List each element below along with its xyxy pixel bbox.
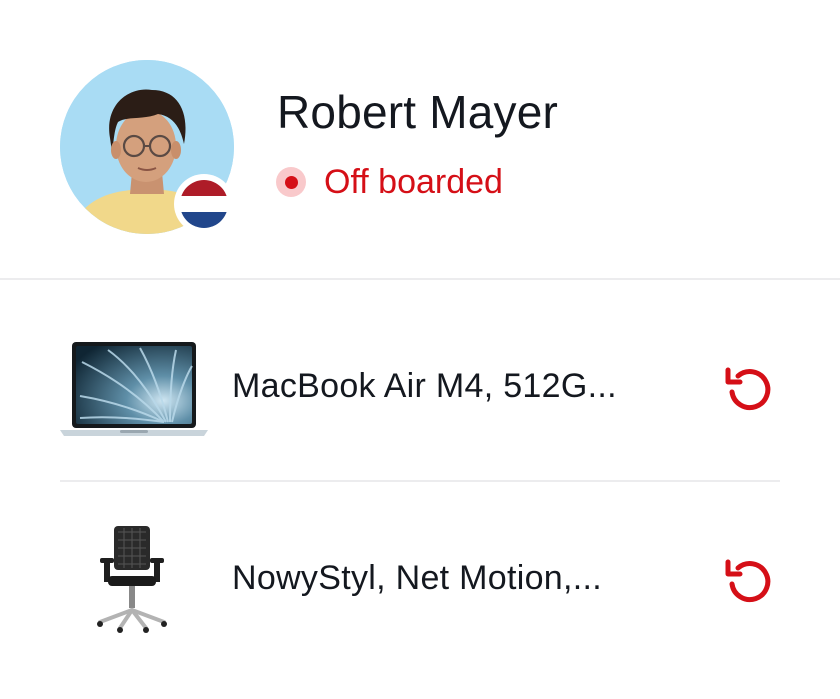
status-label: Off boarded bbox=[324, 163, 503, 201]
netherlands-flag-icon bbox=[180, 180, 228, 228]
employee-name: Robert Mayer bbox=[277, 86, 559, 138]
asset-name: NowyStyl, Net Motion,... bbox=[232, 559, 602, 597]
asset-row[interactable]: MacBook Air M4, 512G... bbox=[60, 326, 780, 446]
country-flag-badge bbox=[174, 174, 234, 234]
asset-row[interactable]: NowyStyl, Net Motion,... bbox=[60, 518, 780, 638]
header-divider bbox=[0, 278, 840, 280]
employee-header: Robert Mayer Off boarded bbox=[0, 0, 840, 280]
employment-status: Off boarded bbox=[276, 160, 503, 204]
return-icon bbox=[725, 367, 771, 411]
return-icon bbox=[725, 559, 771, 603]
office-chair-image bbox=[60, 518, 208, 638]
laptop-image bbox=[60, 326, 208, 446]
return-asset-button[interactable] bbox=[722, 362, 776, 416]
avatar-container bbox=[60, 60, 234, 234]
asset-name: MacBook Air M4, 512G... bbox=[232, 367, 617, 405]
list-divider bbox=[60, 480, 780, 482]
status-dot-icon bbox=[276, 167, 306, 197]
employee-card: Robert Mayer Off boarded MacBook Air M4,… bbox=[0, 0, 840, 699]
return-asset-button[interactable] bbox=[722, 554, 776, 608]
